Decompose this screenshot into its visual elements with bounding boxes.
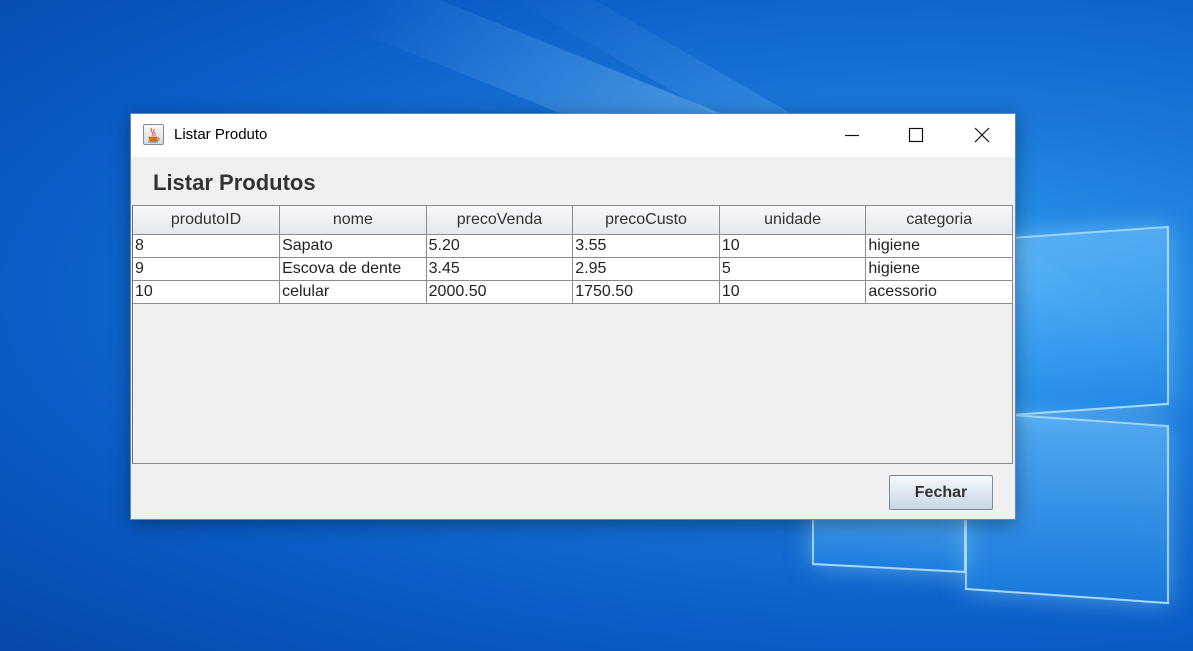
close-button[interactable]: [949, 114, 1013, 157]
cell-produtoid[interactable]: 8: [133, 234, 281, 258]
maximize-icon: [908, 127, 924, 143]
java-cup-icon[interactable]: [143, 124, 164, 145]
column-header-precovenda[interactable]: precoVenda: [426, 206, 574, 235]
cell-nome[interactable]: celular: [279, 280, 427, 304]
cell-categoria[interactable]: higiene: [865, 257, 1013, 281]
cell-unidade[interactable]: 10: [719, 280, 867, 304]
cell-categoria[interactable]: higiene: [865, 234, 1013, 258]
minimize-button[interactable]: [819, 114, 883, 157]
column-header-unidade[interactable]: unidade: [719, 206, 867, 235]
product-table-scrollpane[interactable]: produtoID nome precoVenda precoCusto uni…: [132, 205, 1013, 464]
cell-precocusto[interactable]: 3.55: [572, 234, 720, 258]
page-title: Listar Produtos: [153, 170, 316, 195]
cell-precovenda[interactable]: 5.20: [426, 234, 574, 258]
cell-nome[interactable]: Sapato: [279, 234, 427, 258]
table-row[interactable]: 10 celular 2000.50 1750.50 10 acessorio: [133, 280, 1013, 304]
table-header-row: produtoID nome precoVenda precoCusto uni…: [133, 206, 1013, 235]
column-header-produtoid[interactable]: produtoID: [133, 206, 281, 235]
window-title: Listar Produto: [174, 126, 268, 143]
cell-precocusto[interactable]: 1750.50: [572, 280, 720, 304]
cell-precovenda[interactable]: 3.45: [426, 257, 574, 281]
cell-categoria[interactable]: acessorio: [865, 280, 1013, 304]
cell-unidade[interactable]: 5: [719, 257, 867, 281]
maximize-button[interactable]: [883, 114, 947, 157]
minimize-icon: [845, 134, 859, 137]
table-row[interactable]: 8 Sapato 5.20 3.55 10 higiene: [133, 234, 1013, 258]
cell-nome[interactable]: Escova de dente: [279, 257, 427, 281]
cell-produtoid[interactable]: 10: [133, 280, 281, 304]
cell-produtoid[interactable]: 9: [133, 257, 281, 281]
column-header-nome[interactable]: nome: [279, 206, 427, 235]
cell-unidade[interactable]: 10: [719, 234, 867, 258]
title-bar[interactable]: Listar Produto: [131, 114, 1015, 157]
close-icon: [974, 127, 990, 143]
listar-produto-window: Listar Produto Listar Produtos produtoID: [130, 113, 1016, 520]
column-header-categoria[interactable]: categoria: [865, 206, 1013, 235]
product-table[interactable]: produtoID nome precoVenda precoCusto uni…: [133, 206, 1013, 304]
cell-precocusto[interactable]: 2.95: [572, 257, 720, 281]
column-header-precocusto[interactable]: precoCusto: [572, 206, 720, 235]
cell-precovenda[interactable]: 2000.50: [426, 280, 574, 304]
fechar-button[interactable]: Fechar: [889, 475, 993, 510]
table-row[interactable]: 9 Escova de dente 3.45 2.95 5 higiene: [133, 257, 1013, 281]
